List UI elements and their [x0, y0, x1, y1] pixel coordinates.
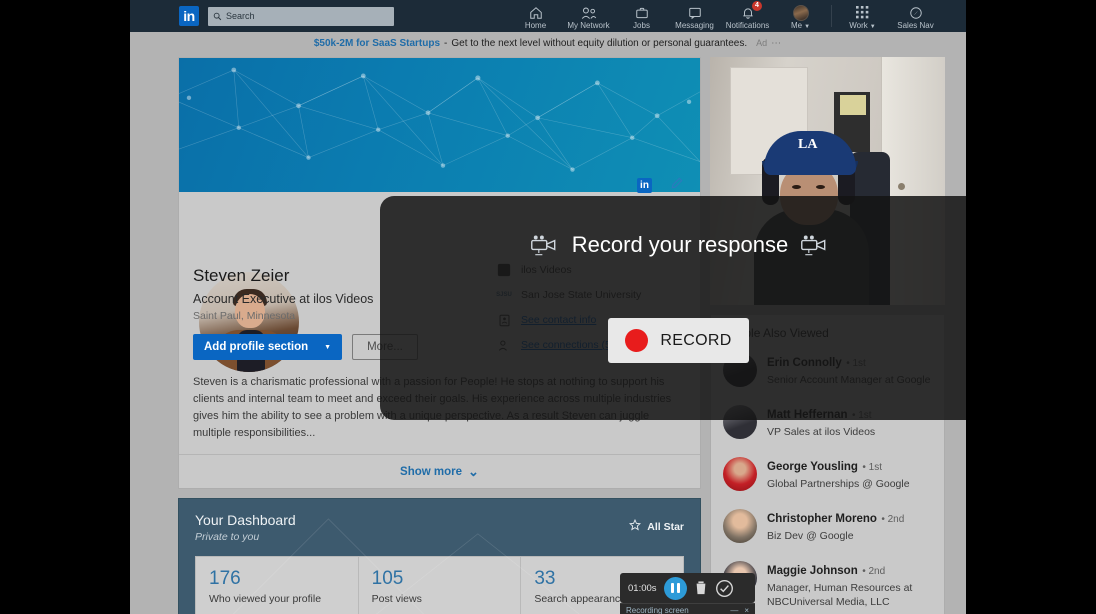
navbar-items: Home My Network Jobs Messaging 4 Notific…: [509, 0, 966, 32]
recording-taskbar-buttons: — ×: [730, 606, 749, 614]
search-input[interactable]: Search: [208, 6, 394, 26]
dashboard-subtitle: Private to you: [195, 531, 260, 543]
nav-label: Messaging: [675, 21, 714, 30]
notification-badge: 4: [752, 1, 762, 11]
avatar-icon: [792, 4, 809, 21]
home-icon: [529, 5, 543, 20]
list-item-text: Maggie Johnson • 2nd Manager, Human Reso…: [767, 561, 932, 609]
recording-timer: 01:00s: [628, 582, 657, 594]
nav-label: Home: [524, 21, 547, 30]
message-icon: [688, 5, 702, 20]
nav-item-work[interactable]: Work ▼: [836, 0, 889, 32]
person-subtitle: Biz Dev @ Google: [767, 530, 854, 542]
nav-label: Me: [790, 21, 803, 30]
navbar-divider: [831, 5, 832, 27]
linkedin-navbar: in Search Home My Network Jobs Messaging…: [130, 0, 966, 32]
dashboard-header: Your Dashboard Private to you All Star: [179, 499, 700, 543]
nav-label: Sales Nav: [897, 21, 934, 30]
chevron-down-icon: ▼: [324, 343, 332, 351]
nav-item-notifications[interactable]: 4 Notifications: [721, 0, 774, 32]
record-overlay-heading: Record your response: [571, 232, 789, 257]
nav-item-jobs[interactable]: Jobs: [615, 0, 668, 32]
ad-tag: Ad: [756, 38, 768, 48]
dashboard-title: Your Dashboard: [195, 512, 296, 528]
all-star-label: All Star: [647, 520, 684, 533]
person-name: Christopher Moreno: [767, 513, 877, 525]
chevron-down-icon: ▼: [869, 24, 876, 30]
add-profile-section-label: Add profile section: [204, 341, 309, 353]
person-degree: • 2nd: [881, 514, 905, 525]
person-name: Maggie Johnson: [767, 565, 858, 577]
nav-label: Jobs: [633, 21, 650, 30]
nav-item-sales-nav[interactable]: Sales Nav: [889, 0, 942, 32]
list-item-text: George Yousling • 1st Global Partnership…: [767, 457, 910, 491]
add-profile-section-button[interactable]: Add profile section ▼: [193, 334, 343, 360]
person-subtitle: Global Partnerships @ Google: [767, 478, 910, 490]
chevron-down-icon: ▼: [804, 24, 811, 30]
linkedin-badge-icon: in: [637, 178, 652, 193]
avatar: [723, 509, 757, 543]
recording-control-bar: 01:00s: [620, 573, 755, 603]
video-camera-icon: [530, 234, 560, 256]
video-camera-icon: [800, 234, 830, 256]
ad-link[interactable]: $50k-2M for SaaS Startups: [314, 38, 440, 49]
person-subtitle: Manager, Human Resources at NBCUniversal…: [767, 582, 913, 608]
nav-item-messaging[interactable]: Messaging: [668, 0, 721, 32]
list-item[interactable]: Christopher Moreno • 2nd Biz Dev @ Googl…: [711, 500, 944, 552]
pencil-icon[interactable]: [670, 176, 684, 195]
ad-banner: $50k-2M for SaaS Startups - Get to the n…: [130, 32, 966, 54]
show-more-label: Show more: [400, 465, 463, 478]
pause-button[interactable]: [663, 576, 687, 600]
person-subtitle: VP Sales at ilos Videos: [767, 426, 876, 438]
nav-item-home[interactable]: Home: [509, 0, 562, 32]
person-degree: • 2nd: [862, 566, 886, 577]
recording-taskbar-label: Recording screen: [626, 605, 689, 614]
profile-top-icons: in: [637, 176, 684, 195]
star-icon: [629, 518, 642, 534]
check-circle-icon[interactable]: [715, 579, 734, 598]
all-star-badge[interactable]: All Star: [629, 518, 684, 534]
compass-icon: [909, 5, 923, 20]
network-icon: [581, 5, 597, 20]
chevron-down-icon: ⌄: [468, 463, 479, 479]
show-more-button[interactable]: Show more ⌄: [179, 454, 700, 488]
nav-label-wrap: Me ▼: [791, 21, 810, 30]
nav-label: Notifications: [725, 21, 770, 30]
minimize-icon[interactable]: —: [730, 606, 738, 614]
linkedin-logo[interactable]: in: [179, 6, 199, 26]
grid-icon: [856, 5, 869, 20]
trash-icon[interactable]: [694, 580, 708, 596]
avatar: [723, 457, 757, 491]
cover-photo[interactable]: [179, 58, 700, 192]
briefcase-icon: [635, 5, 649, 20]
ad-more-icon[interactable]: ⋯: [771, 38, 782, 49]
record-overlay-backdrop: [380, 196, 966, 420]
search-icon: [213, 12, 222, 20]
record-button[interactable]: RECORD: [608, 318, 749, 363]
list-item-text: Christopher Moreno • 2nd Biz Dev @ Googl…: [767, 509, 904, 543]
person-degree: • 1st: [862, 462, 883, 473]
close-icon[interactable]: ×: [744, 606, 749, 614]
screen-root: in Search Home My Network Jobs Messaging…: [0, 0, 1096, 614]
ad-dash: -: [444, 37, 448, 49]
browser-viewport: in Search Home My Network Jobs Messaging…: [130, 0, 966, 614]
recording-taskbar: Recording screen — ×: [620, 603, 755, 614]
nav-label: My Network: [567, 21, 610, 30]
record-button-label: RECORD: [660, 331, 732, 349]
person-name: George Yousling: [767, 461, 858, 473]
nav-item-me[interactable]: Me ▼: [774, 0, 827, 32]
ad-text: Get to the next level without equity dil…: [451, 37, 748, 49]
record-dot-icon: [625, 329, 649, 352]
nav-label-wrap: Work ▼: [849, 21, 875, 30]
nav-item-my-network[interactable]: My Network: [562, 0, 615, 32]
list-item[interactable]: George Yousling • 1st Global Partnership…: [711, 448, 944, 500]
search-placeholder: Search: [226, 11, 255, 21]
nav-label: Work: [849, 21, 868, 30]
cover-pattern: [179, 67, 700, 172]
record-overlay-title: Record your response: [380, 232, 966, 258]
